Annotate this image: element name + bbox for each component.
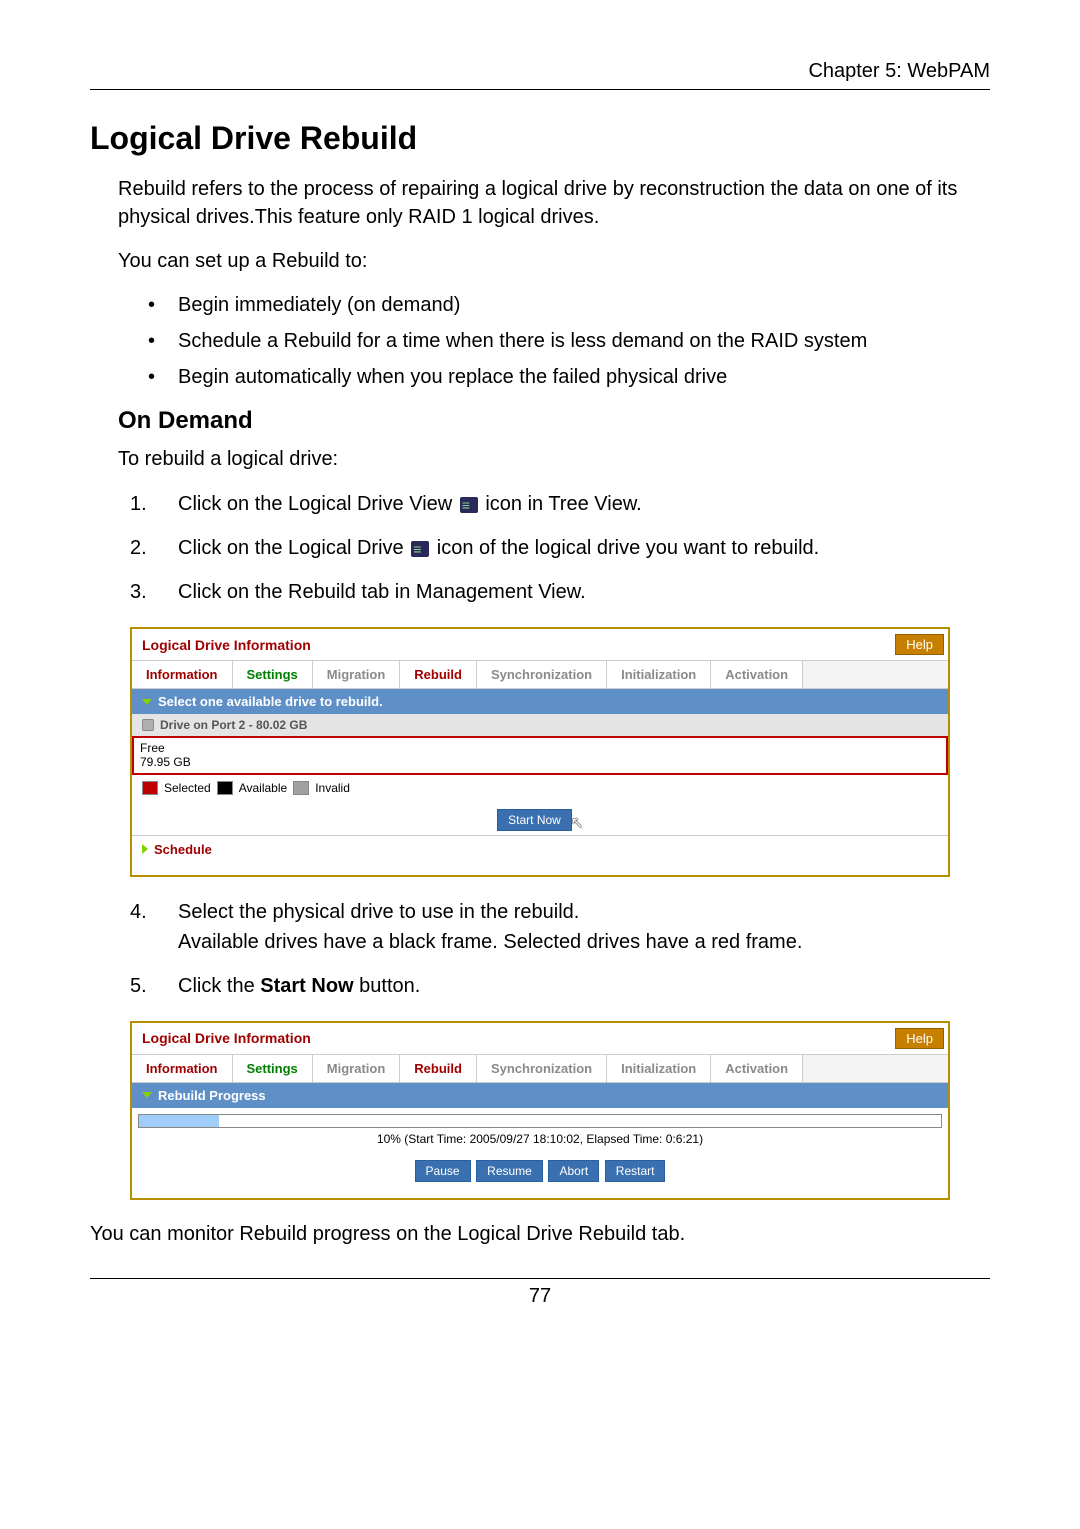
- tab-activation[interactable]: Activation: [711, 1055, 803, 1082]
- tab-activation[interactable]: Activation: [711, 661, 803, 688]
- step-text: Click on the Logical Drive: [178, 537, 409, 559]
- step-strong: Start Now: [260, 975, 353, 997]
- page-number: 77: [90, 1278, 990, 1308]
- tab-migration[interactable]: Migration: [313, 661, 401, 688]
- step-text: button.: [359, 975, 420, 997]
- expand-icon: [142, 699, 152, 705]
- schedule-bar[interactable]: Schedule: [132, 835, 948, 863]
- drive-icon: [142, 719, 154, 731]
- schedule-label: Schedule: [154, 842, 212, 857]
- panel-title: Logical Drive Information: [142, 637, 311, 653]
- steps-after: Select the physical drive to use in the …: [118, 897, 990, 1001]
- select-drive-text: Select one available drive to rebuild.: [158, 694, 383, 709]
- tab-migration[interactable]: Migration: [313, 1055, 401, 1082]
- step-item: Click on the Logical Drive icon of the l…: [118, 533, 990, 563]
- logical-drive-icon: [411, 541, 429, 557]
- legend-available-swatch: [217, 781, 233, 795]
- ondemand-lead: To rebuild a logical drive:: [118, 445, 990, 473]
- start-now-button[interactable]: Start Now: [497, 809, 572, 831]
- restart-button[interactable]: Restart: [605, 1160, 666, 1182]
- drive-label: Drive on Port 2 - 80.02 GB: [160, 718, 307, 732]
- cursor-icon: ↖: [570, 813, 583, 833]
- progress-text: 10% (Start Time: 2005/09/27 18:10:02, El…: [132, 1130, 948, 1154]
- help-button[interactable]: Help: [895, 1028, 944, 1049]
- select-drive-bar: Select one available drive to rebuild.: [132, 689, 948, 714]
- help-button[interactable]: Help: [895, 634, 944, 655]
- closing-text: You can monitor Rebuild progress on the …: [90, 1220, 990, 1248]
- expand-icon: [142, 844, 148, 854]
- panel-title: Logical Drive Information: [142, 1030, 311, 1046]
- tab-synchronization[interactable]: Synchronization: [477, 1055, 607, 1082]
- legend-row: Selected Available Invalid: [132, 775, 948, 801]
- rebuild-progress-bar: Rebuild Progress: [132, 1083, 948, 1108]
- tabs-row: Information Settings Migration Rebuild S…: [132, 1054, 948, 1083]
- resume-button[interactable]: Resume: [476, 1160, 543, 1182]
- logical-drive-info-panel: Logical Drive Information Help Informati…: [130, 627, 950, 877]
- legend-available: Available: [239, 781, 287, 795]
- tab-rebuild[interactable]: Rebuild: [400, 661, 477, 688]
- step-item: Click on the Rebuild tab in Management V…: [118, 577, 990, 607]
- logical-drive-view-icon: [460, 497, 478, 513]
- step-text: icon in Tree View.: [485, 493, 641, 515]
- step-item: Click on the Logical Drive View icon in …: [118, 489, 990, 519]
- step-text: Click on the Rebuild tab in Management V…: [178, 581, 586, 603]
- tab-settings[interactable]: Settings: [233, 661, 313, 688]
- page-title: Logical Drive Rebuild: [90, 120, 990, 157]
- tab-rebuild[interactable]: Rebuild: [400, 1055, 477, 1082]
- expand-icon: [142, 1092, 152, 1098]
- step-text: Click on the Logical Drive View: [178, 493, 458, 515]
- tabs-row: Information Settings Migration Rebuild S…: [132, 660, 948, 689]
- setup-lead: You can set up a Rebuild to:: [118, 247, 990, 275]
- tab-initialization[interactable]: Initialization: [607, 661, 711, 688]
- drive-free-box[interactable]: Free 79.95 GB: [132, 736, 948, 775]
- tab-initialization[interactable]: Initialization: [607, 1055, 711, 1082]
- step-text: Available drives have a black frame. Sel…: [178, 931, 802, 953]
- free-size: 79.95 GB: [140, 755, 940, 769]
- rebuild-progress-panel: Logical Drive Information Help Informati…: [130, 1021, 950, 1200]
- rebuild-progress-label: Rebuild Progress: [158, 1088, 266, 1103]
- step-text: Click the: [178, 975, 260, 997]
- setup-bullets: Begin immediately (on demand) Schedule a…: [118, 291, 990, 391]
- bullet-item: Begin immediately (on demand): [118, 291, 990, 319]
- progress-bar: [138, 1114, 942, 1128]
- steps-before: Click on the Logical Drive View icon in …: [118, 489, 990, 607]
- step-text: Select the physical drive to use in the …: [178, 901, 579, 923]
- legend-selected: Selected: [164, 781, 211, 795]
- step-text: icon of the logical drive you want to re…: [437, 537, 819, 559]
- bullet-item: Schedule a Rebuild for a time when there…: [118, 327, 990, 355]
- step-item: Select the physical drive to use in the …: [118, 897, 990, 957]
- tab-settings[interactable]: Settings: [233, 1055, 313, 1082]
- tab-information[interactable]: Information: [132, 1055, 233, 1082]
- tab-synchronization[interactable]: Synchronization: [477, 661, 607, 688]
- step-item: Click the Start Now button.: [118, 971, 990, 1001]
- bullet-item: Begin automatically when you replace the…: [118, 363, 990, 391]
- pause-button[interactable]: Pause: [415, 1160, 471, 1182]
- tab-information[interactable]: Information: [132, 661, 233, 688]
- drive-row: Drive on Port 2 - 80.02 GB: [132, 714, 948, 736]
- progress-fill: [139, 1115, 219, 1127]
- legend-selected-swatch: [142, 781, 158, 795]
- ondemand-heading: On Demand: [118, 407, 990, 435]
- legend-invalid-swatch: [293, 781, 309, 795]
- free-label: Free: [140, 741, 940, 755]
- intro-text: Rebuild refers to the process of repairi…: [118, 175, 990, 231]
- abort-button[interactable]: Abort: [548, 1160, 599, 1182]
- chapter-header: Chapter 5: WebPAM: [90, 60, 990, 90]
- legend-invalid: Invalid: [315, 781, 350, 795]
